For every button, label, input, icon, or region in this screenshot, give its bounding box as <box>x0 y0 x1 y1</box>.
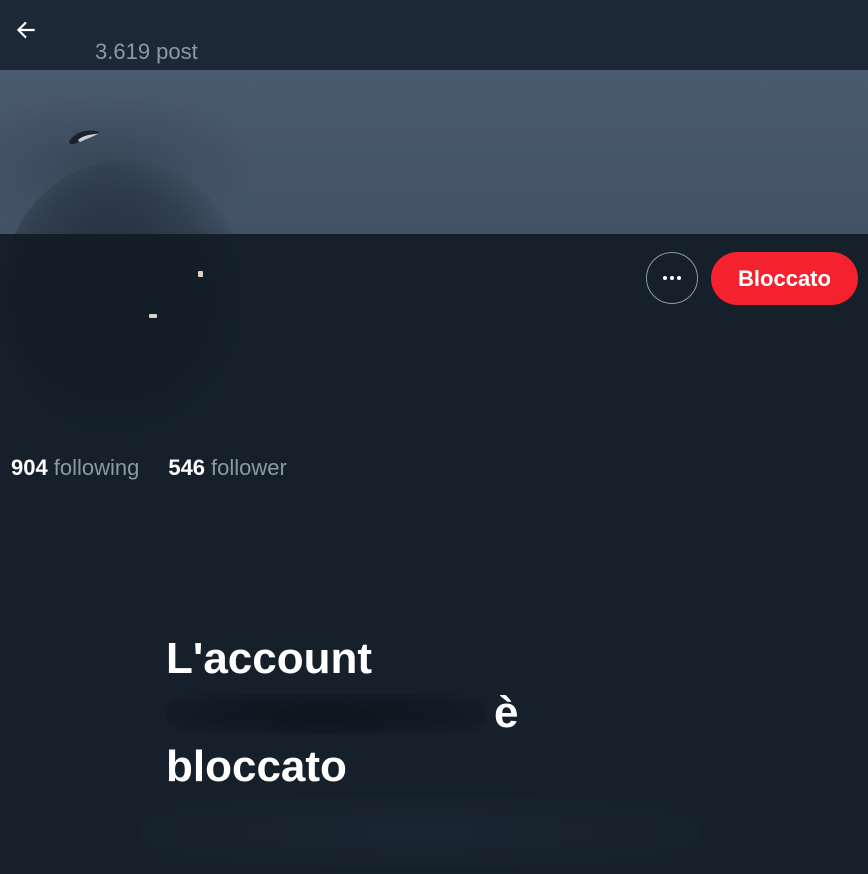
following-label: following <box>53 455 140 480</box>
post-count: 3.619 post <box>95 39 198 64</box>
more-options-button[interactable] <box>646 252 698 304</box>
blocked-message-line1: L'account <box>166 634 373 683</box>
banner-image-fragment <box>69 130 100 145</box>
avatar-image-fragment <box>198 271 203 277</box>
following-link[interactable]: 904 following <box>11 455 139 481</box>
blocked-message-line2: è <box>166 686 566 740</box>
followers-link[interactable]: 546 follower <box>168 455 287 481</box>
back-button[interactable] <box>6 10 46 50</box>
profile-page: 3.619 post Bloccato 904 following 546 fo… <box>0 0 868 874</box>
blocked-message: L'account è bloccato <box>166 632 566 794</box>
following-count: 904 <box>11 455 48 480</box>
more-horizontal-icon <box>663 276 681 280</box>
avatar-image-fragment <box>149 314 157 318</box>
follower-label: follower <box>211 455 287 480</box>
blocked-button[interactable]: Bloccato <box>711 252 858 305</box>
profile-stats: 904 following 546 follower <box>11 455 287 481</box>
blocked-message-line3: bloccato <box>166 742 347 791</box>
arrow-left-icon <box>16 21 35 39</box>
avatar[interactable] <box>0 160 250 440</box>
redacted-username <box>166 694 486 734</box>
blocked-message-verb: è <box>494 688 519 737</box>
redacted-subtext <box>140 796 700 868</box>
follower-count: 546 <box>168 455 206 480</box>
top-bar: 3.619 post <box>0 0 868 70</box>
